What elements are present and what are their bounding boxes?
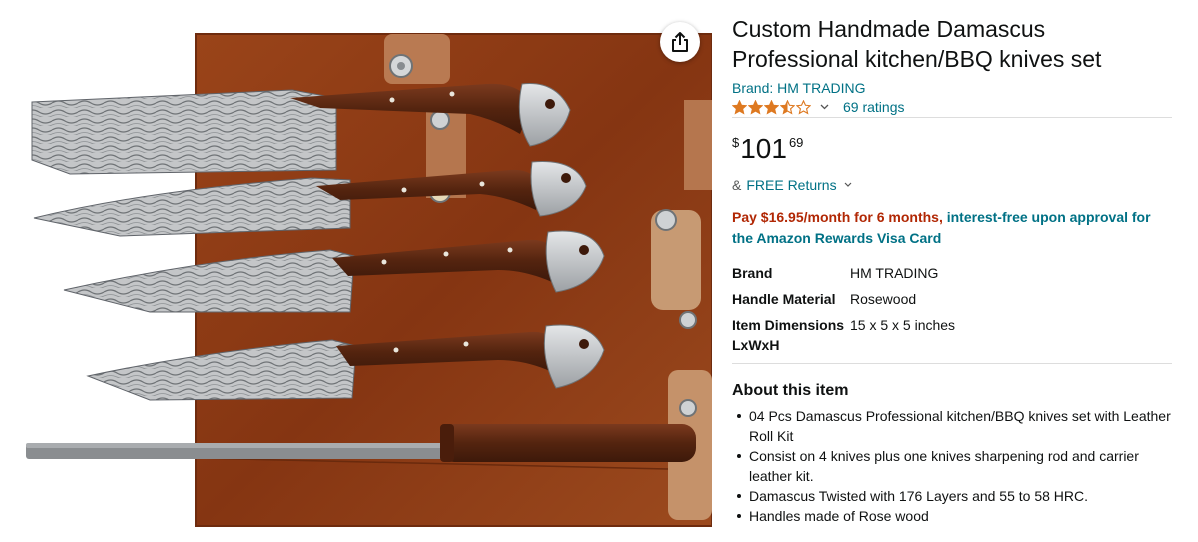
spec-value: Rosewood bbox=[850, 291, 917, 307]
product-image[interactable] bbox=[0, 0, 712, 542]
price-fraction: 69 bbox=[788, 135, 804, 150]
share-button[interactable] bbox=[660, 22, 700, 62]
product-specs-table: Brand HM TRADING Handle Material Rosewood It… bbox=[732, 263, 955, 361]
star-full-icon bbox=[764, 99, 779, 115]
free-returns-link[interactable]: FREE Returns bbox=[746, 177, 836, 193]
spec-label: Item Dimensions LxWxH bbox=[732, 317, 845, 353]
about-bullet-item: Consist on 4 knives plus one knives shar… bbox=[732, 446, 1172, 486]
product-page: Custom Handmade Damascus Professional ki… bbox=[0, 0, 1198, 542]
financing-offer: Pay $16.95/month for 6 months, interest-… bbox=[732, 207, 1168, 249]
star-full-icon bbox=[732, 99, 747, 115]
spec-row: Item Dimensions LxWxH 15 x 5 x 5 inches bbox=[732, 315, 955, 361]
financing-offer-amount: Pay $16.95/month for 6 months bbox=[732, 209, 939, 225]
returns-prefix: & bbox=[732, 177, 742, 193]
brand-link[interactable]: Brand: HM TRADING bbox=[732, 79, 866, 97]
about-bullet-item: 04 Pcs Damascus Professional kitchen/BBQ… bbox=[732, 406, 1172, 446]
spec-row: Handle Material Rosewood bbox=[732, 289, 955, 315]
price: $ 101 69 bbox=[732, 134, 803, 164]
spec-row: Brand HM TRADING bbox=[732, 263, 955, 289]
chevron-down-icon[interactable] bbox=[844, 182, 852, 188]
about-bullets: 04 Pcs Damascus Professional kitchen/BBQ… bbox=[732, 406, 1172, 526]
share-icon bbox=[672, 32, 688, 52]
rating-row: 69 ratings bbox=[732, 97, 904, 117]
price-whole: 101 bbox=[740, 133, 787, 164]
star-full-icon bbox=[748, 99, 763, 115]
product-image-panel bbox=[0, 0, 712, 542]
about-bullet-item: Handles made of Rose wood bbox=[732, 506, 1172, 526]
spec-value: HM TRADING bbox=[850, 265, 939, 281]
spec-value: 15 x 5 x 5 inches bbox=[850, 317, 956, 333]
star-half-icon bbox=[780, 99, 795, 115]
price-symbol: $ bbox=[732, 135, 740, 150]
about-heading: About this item bbox=[732, 382, 849, 399]
star-empty-icon bbox=[796, 99, 811, 115]
spec-label: Handle Material bbox=[732, 291, 836, 307]
chevron-down-icon[interactable] bbox=[820, 104, 829, 110]
divider bbox=[732, 117, 1172, 118]
star-rating[interactable] bbox=[732, 99, 811, 115]
about-bullet-item: Damascus Twisted with 176 Layers and 55 … bbox=[732, 486, 1172, 506]
ratings-count-link[interactable]: 69 ratings bbox=[843, 99, 904, 115]
returns-row: & FREE Returns bbox=[732, 177, 852, 193]
product-title: Custom Handmade Damascus Professional ki… bbox=[732, 16, 1102, 72]
divider bbox=[732, 363, 1172, 364]
spec-label: Brand bbox=[732, 265, 773, 281]
